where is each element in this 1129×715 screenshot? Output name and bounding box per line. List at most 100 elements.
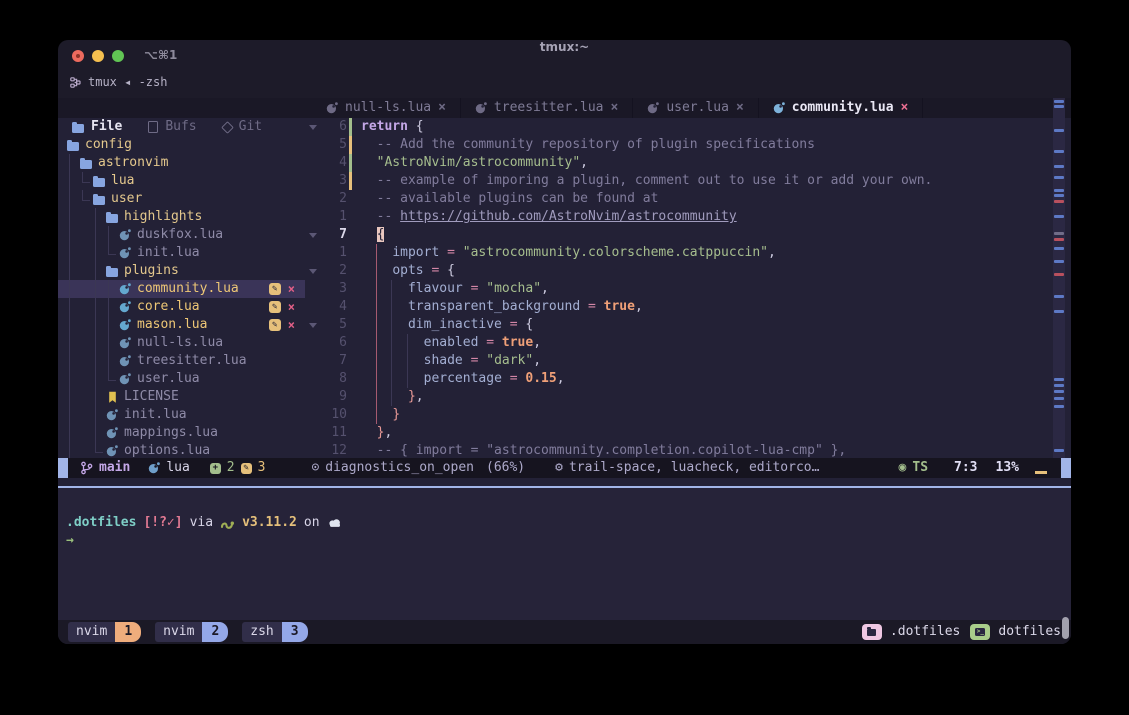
tmux-window-list: nvim1 nvim2 zsh3 — [68, 622, 322, 642]
indent-guide — [66, 226, 79, 244]
fold-column — [305, 352, 321, 370]
diagnostics-percent: (66%) — [486, 459, 525, 477]
buffer-tab-label: null-ls.lua — [345, 99, 431, 117]
diagnostics-icon: ⊙ — [311, 459, 319, 477]
prompt-via-label: via — [190, 514, 213, 532]
zoom-window-button[interactable] — [112, 50, 124, 62]
git-sign-column — [347, 424, 355, 442]
tree-item-config[interactable]: config — [58, 136, 305, 154]
fold-column — [305, 190, 321, 208]
diagnostics-label: diagnostics_on_open — [325, 459, 474, 477]
line-number: 2 — [321, 262, 347, 280]
tree-item-highlights[interactable]: highlights — [58, 208, 305, 226]
indent-guide — [92, 406, 105, 424]
tree-item-mappings.lua[interactable]: mappings.lua — [58, 424, 305, 442]
tree-item-init.lua[interactable]: init.lua — [58, 406, 305, 424]
close-icon[interactable]: × — [901, 99, 909, 117]
buffer-tab-treesitter.lua[interactable]: treesitter.lua× — [461, 98, 633, 118]
macos-scrollbar-thumb[interactable] — [1062, 617, 1069, 639]
code-line: 7 { — [305, 226, 1071, 244]
indent-guide — [92, 298, 105, 316]
tree-item-core.lua[interactable]: core.lua✎× — [58, 298, 305, 316]
tmux-window-nvim-2[interactable]: nvim2 — [155, 622, 228, 642]
scroll-percent: 13% — [996, 459, 1019, 477]
indent-guide — [79, 298, 92, 316]
tree-item-duskfox.lua[interactable]: duskfox.lua — [58, 226, 305, 244]
lua-file-icon — [475, 102, 487, 114]
folder-icon — [106, 214, 118, 223]
tree-item-user.lua[interactable]: user.lua — [58, 370, 305, 388]
line-number: 5 — [321, 136, 347, 154]
editor-scrollbar[interactable] — [1053, 98, 1065, 458]
line-number: 3 — [321, 280, 347, 298]
tree-item-mason.lua[interactable]: mason.lua✎× — [58, 316, 305, 334]
line-number: 8 — [321, 370, 347, 388]
tree-item-LICENSE[interactable]: LICENSE — [58, 388, 305, 406]
fold-arrow-icon — [309, 125, 317, 130]
tmux-status-bar: nvim1nvim2zsh3 .dotfiles>_dotfiles — [58, 620, 1071, 644]
terminal-tab[interactable]: tmux ◂ -zsh — [58, 70, 1071, 94]
fold-column[interactable] — [305, 262, 321, 280]
statusline: main lua + 2 ✎ 3 ⊙ diagnostics_on_open — [58, 458, 1071, 478]
neotree-source-Bufs[interactable]: Bufs — [148, 118, 196, 136]
buffer-tab-user.lua[interactable]: user.lua × — [633, 98, 758, 118]
code-line: 12 -- { import = "astrocommunity.complet… — [305, 442, 1071, 458]
mode-indicator-block — [58, 458, 68, 478]
git-icon — [221, 121, 234, 134]
tree-item-options.lua[interactable]: options.lua — [58, 442, 305, 458]
git-sign-column — [347, 316, 355, 334]
close-icon[interactable]: × — [438, 99, 446, 117]
git-modified-icon: ✎ — [241, 463, 252, 474]
cursor-position: 7:3 — [954, 459, 977, 477]
indent-guide — [79, 280, 92, 298]
line-number: 11 — [321, 424, 347, 442]
lua-file-icon — [773, 102, 785, 114]
minimize-window-button[interactable] — [92, 50, 104, 62]
tree-item-init.lua[interactable]: init.lua — [58, 244, 305, 262]
code-line: 3 flavour = "mocha", — [305, 280, 1071, 298]
tmux-window-nvim-1[interactable]: nvim1 — [68, 622, 141, 642]
buffer-tab-label: user.lua — [666, 99, 729, 117]
line-number: 1 — [321, 208, 347, 226]
buffer-tab-community.lua[interactable]: community.lua × — [759, 98, 924, 118]
scrollbar-mark — [1054, 273, 1064, 276]
neotree-source-Git[interactable]: Git — [223, 118, 262, 136]
tree-item-community.lua[interactable]: community.lua✎× — [58, 280, 305, 298]
fold-column — [305, 334, 321, 352]
close-buffer-icon[interactable]: × — [288, 280, 295, 298]
treesitter-label: TS — [912, 459, 928, 477]
diagnostics-segment: ⊙ diagnostics_on_open (66%) — [311, 459, 525, 477]
buffer-tab-label: community.lua — [792, 99, 894, 117]
fold-column[interactable] — [305, 118, 321, 136]
git-diff-segment: + 2 ✎ 3 — [210, 459, 266, 477]
git-sign-column — [347, 118, 355, 136]
fold-column[interactable] — [305, 226, 321, 244]
prompt-arrow: → — [66, 532, 74, 550]
tmux-window-zsh-3[interactable]: zsh3 — [242, 622, 307, 642]
tree-item-plugins[interactable]: plugins — [58, 262, 305, 280]
buffer-tab-null-ls.lua[interactable]: null-ls.lua × — [312, 98, 461, 118]
close-buffer-icon[interactable]: × — [288, 316, 295, 334]
shell-prompt: .dotfiles [!?✓] via v3.11.2 on — [66, 514, 343, 532]
editor-buffer[interactable]: 6return {5 -- Add the community reposito… — [305, 118, 1071, 458]
shell-pane[interactable]: .dotfiles [!?✓] via v3.11.2 on → — [58, 488, 1071, 620]
tree-item-astronvim[interactable]: astronvim — [58, 154, 305, 172]
lua-file-icon — [106, 427, 118, 439]
folder-icon — [862, 624, 882, 640]
scrollbar-mark — [1054, 129, 1064, 132]
neotree-source-File[interactable]: File — [72, 118, 122, 136]
tree-item-user[interactable]: user — [58, 190, 305, 208]
nvim-main: File Bufs Git configastronvimluauserhighli… — [58, 118, 1071, 458]
cloud-icon — [327, 517, 343, 529]
tree-item-lua[interactable]: lua — [58, 172, 305, 190]
tree-item-null-ls.lua[interactable]: null-ls.lua — [58, 334, 305, 352]
close-icon[interactable]: × — [611, 99, 619, 117]
line-number: 5 — [321, 316, 347, 334]
fold-column[interactable] — [305, 316, 321, 334]
close-icon[interactable]: × — [736, 99, 744, 117]
close-window-button[interactable] — [72, 50, 84, 62]
git-sign-column — [347, 370, 355, 388]
close-buffer-icon[interactable]: × — [288, 298, 295, 316]
tree-item-treesitter.lua[interactable]: treesitter.lua — [58, 352, 305, 370]
scrollbar-mark — [1054, 232, 1064, 235]
